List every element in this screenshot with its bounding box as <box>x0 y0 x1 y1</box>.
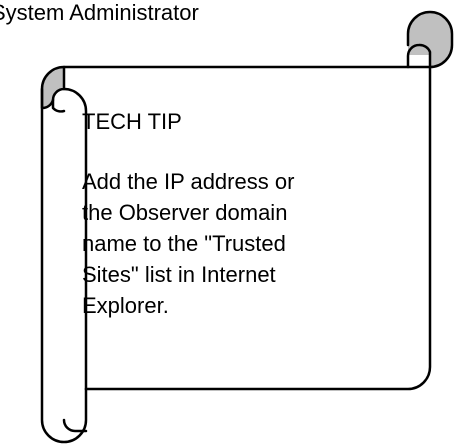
scroll-top-edge <box>62 10 454 69</box>
left-roll-outline <box>40 87 88 444</box>
tip-heading: TECH TIP <box>82 109 182 134</box>
left-roll-inner-top <box>51 98 66 113</box>
tip-body-text: Add the IP address or the Observer domai… <box>82 169 295 318</box>
